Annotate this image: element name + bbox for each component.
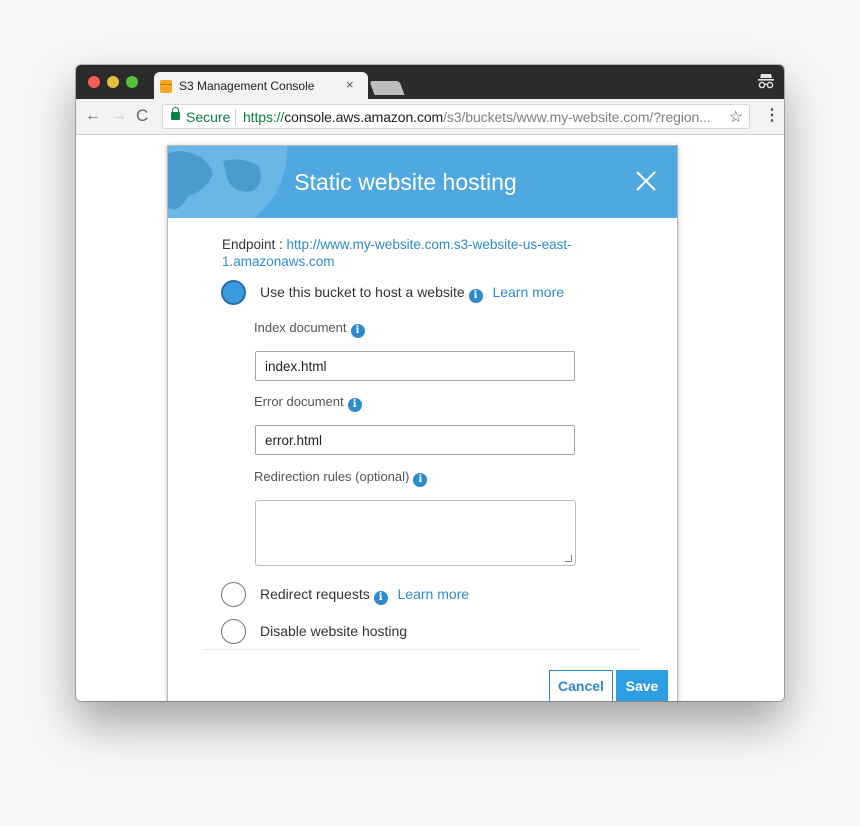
tab-s3-console[interactable]: S3 Management Console × <box>154 72 368 99</box>
info-icon[interactable]: i <box>347 398 362 412</box>
forward-arrow-icon[interactable]: → <box>111 107 127 125</box>
browser-menu-icon[interactable]: ⋮ <box>764 107 780 125</box>
info-icon[interactable]: i <box>373 591 388 605</box>
bookmark-star-icon[interactable]: ☆ <box>729 107 743 127</box>
info-icon[interactable]: i <box>350 324 365 338</box>
url-host: console.aws.amazon.com <box>284 109 444 125</box>
cancel-button[interactable]: Cancel <box>549 670 613 701</box>
url-scheme: https:// <box>243 109 285 125</box>
page-content: Static website hosting Endpoint : http:/… <box>76 135 784 701</box>
error-document-label: Error document i <box>254 394 362 412</box>
secure-label: Secure <box>186 109 231 125</box>
reload-icon[interactable]: C <box>136 107 148 125</box>
new-tab-button[interactable] <box>369 81 405 95</box>
redirection-rules-textarea[interactable] <box>255 500 576 566</box>
option-host-website: Use this bucket to host a website i Lear… <box>260 284 564 303</box>
option-redirect-requests-label: Redirect requests <box>260 586 370 602</box>
static-hosting-dialog: Static website hosting Endpoint : http:/… <box>167 145 678 701</box>
error-document-input[interactable] <box>255 425 575 455</box>
close-window-button[interactable] <box>88 76 100 88</box>
endpoint-url-part1: http://www.my-website.com.s3-website-us-… <box>286 237 572 252</box>
dialog-header: Static website hosting <box>168 146 677 218</box>
close-icon[interactable] <box>635 170 657 192</box>
option-host-website-label: Use this bucket to host a website <box>260 284 465 300</box>
incognito-icon <box>758 74 774 89</box>
back-arrow-icon[interactable]: ← <box>85 107 101 125</box>
error-document-label-text: Error document <box>254 394 344 409</box>
redirection-rules-label-text: Redirection rules (optional) <box>254 469 410 484</box>
tab-title: S3 Management Console <box>179 79 315 93</box>
save-button[interactable]: Save <box>616 670 668 701</box>
lock-icon <box>171 107 180 120</box>
url-path: /s3/buckets/www.my-website.com/?region..… <box>443 109 711 125</box>
tab-strip: S3 Management Console × <box>76 65 784 99</box>
radio-redirect-requests[interactable] <box>221 582 246 607</box>
learn-more-link[interactable]: Learn more <box>492 284 564 300</box>
tab-close-icon[interactable]: × <box>346 78 354 92</box>
endpoint-label: Endpoint : <box>222 237 287 252</box>
s3-bucket-icon <box>160 80 172 93</box>
radio-host-website[interactable] <box>221 280 246 305</box>
endpoint-text: Endpoint : http://www.my-website.com.s3-… <box>222 236 602 270</box>
endpoint-url-part2: 1.amazonaws.com <box>222 254 335 269</box>
learn-more-link[interactable]: Learn more <box>398 586 470 602</box>
radio-disable-hosting[interactable] <box>221 619 246 644</box>
option-redirect-requests: Redirect requests i Learn more <box>260 586 469 605</box>
maximize-window-button[interactable] <box>126 76 138 88</box>
info-icon[interactable]: i <box>413 473 428 487</box>
browser-window: S3 Management Console × ← → C Secure htt… <box>76 65 784 701</box>
browser-toolbar: ← → C Secure https://console.aws.amazon.… <box>76 99 784 135</box>
dialog-title: Static website hosting <box>294 169 517 195</box>
footer-divider <box>204 649 640 650</box>
address-bar[interactable]: Secure https://console.aws.amazon.com/s3… <box>162 104 750 129</box>
url-text[interactable]: https://console.aws.amazon.com/s3/bucket… <box>243 109 711 125</box>
index-document-label-text: Index document <box>254 320 347 335</box>
option-disable-hosting: Disable website hosting <box>260 623 408 639</box>
address-separator <box>235 109 236 125</box>
info-icon[interactable]: i <box>468 289 483 303</box>
minimize-window-button[interactable] <box>107 76 119 88</box>
redirection-rules-label: Redirection rules (optional) i <box>254 469 428 487</box>
index-document-input[interactable] <box>255 351 575 381</box>
index-document-label: Index document i <box>254 320 365 338</box>
